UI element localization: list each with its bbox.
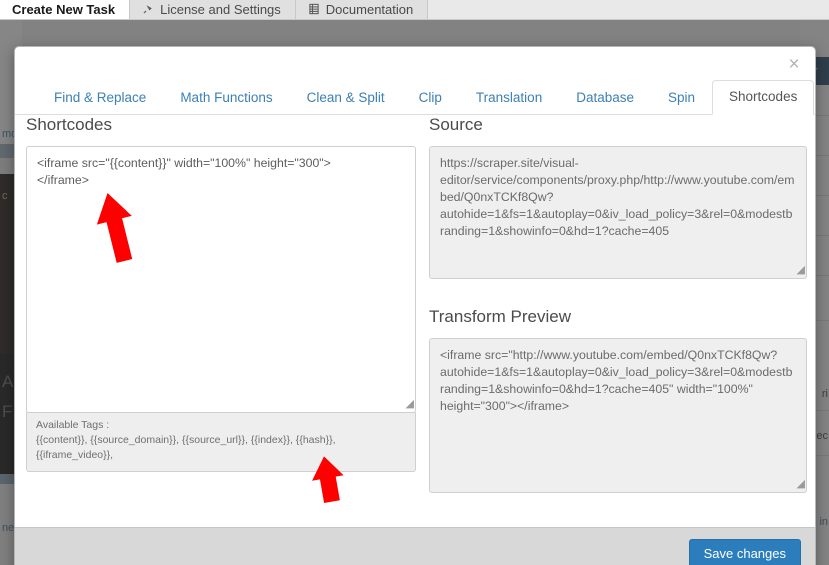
source-textarea-wrap: ◢ [429,146,807,279]
app-tab-label: Documentation [325,1,414,17]
transform-preview-textarea-wrap: ◢ [429,338,807,493]
transform-preview-label: Transform Preview [429,307,572,326]
tab-math-functions[interactable]: Math Functions [163,81,289,116]
book-icon [308,3,320,15]
source-label: Source [429,115,483,134]
source-and-preview-panel: Source ◢ Transform Preview ◢ [429,115,807,493]
available-tags-title: Available Tags : [36,419,110,431]
tab-database[interactable]: Database [559,81,651,116]
modal-tab-nav: Find & Replace Math Functions Clean & Sp… [15,69,815,116]
tab-clean-and-split[interactable]: Clean & Split [290,81,402,116]
app-tab-label: License and Settings [160,1,281,17]
screen: Create New Task License and Settings Doc… [0,0,829,565]
shortcodes-textarea-wrap: ◢ [26,146,416,413]
modal-body: Shortcodes ◢ Available Tags : {{content}… [15,115,815,555]
available-tags-list: {{content}}, {{source_domain}}, {{source… [36,434,336,461]
tab-translation[interactable]: Translation [459,81,559,116]
source-textarea[interactable] [429,146,807,279]
transform-preview-textarea[interactable] [429,338,807,493]
plug-icon [142,3,154,15]
tab-shortcodes[interactable]: Shortcodes [712,79,815,115]
shortcodes-panel: Shortcodes ◢ Available Tags : {{content}… [26,115,416,472]
shortcodes-modal: × Find & Replace Math Functions Clean & … [14,46,816,565]
app-tab-license-and-settings[interactable]: License and Settings [130,0,296,19]
shortcodes-textarea[interactable] [26,146,416,413]
shortcodes-label: Shortcodes [26,115,112,134]
app-tab-documentation[interactable]: Documentation [295,0,429,19]
app-tab-create-new-task[interactable]: Create New Task [0,0,131,19]
tab-find-and-replace[interactable]: Find & Replace [37,81,163,116]
available-tags-box: Available Tags : {{content}}, {{source_d… [26,412,416,472]
app-tab-strip: Create New Task License and Settings Doc… [0,0,829,20]
modal-footer: Save changes [15,527,815,565]
tab-clip[interactable]: Clip [402,81,459,116]
app-tab-label: Create New Task [12,1,116,17]
save-changes-button[interactable]: Save changes [688,539,801,565]
tab-spin[interactable]: Spin [651,81,712,116]
